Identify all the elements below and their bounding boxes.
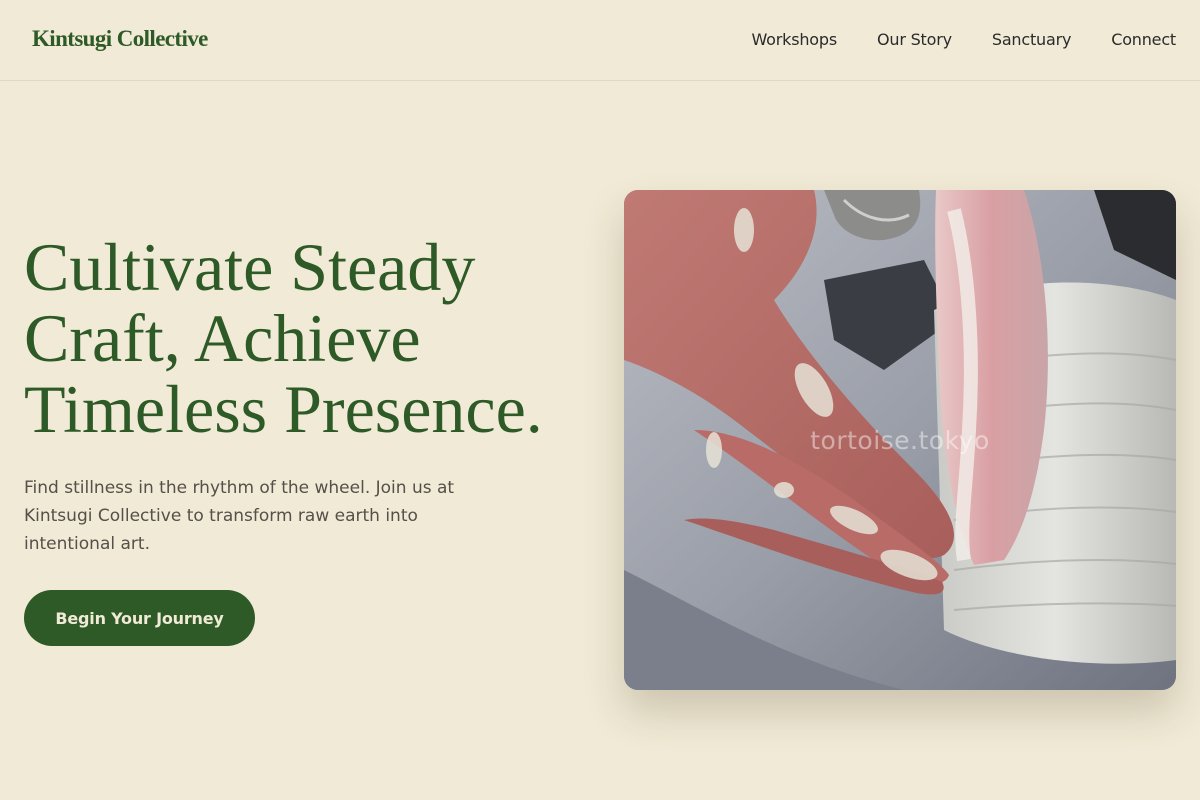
- nav-link-workshops[interactable]: Workshops: [752, 30, 838, 49]
- hero-headline-line: Craft, Achieve: [24, 300, 421, 376]
- main-nav: Workshops Our Story Sanctuary Connect: [752, 30, 1177, 49]
- nav-link-our-story[interactable]: Our Story: [877, 30, 952, 49]
- nav-link-sanctuary[interactable]: Sanctuary: [992, 30, 1072, 49]
- hero-headline: Cultivate Steady Craft, Achieve Timeless…: [24, 232, 604, 445]
- site-header: Kintsugi Collective Workshops Our Story …: [0, 0, 1200, 81]
- hero-headline-line: Cultivate Steady: [24, 229, 476, 305]
- pottery-hero-image: tortoise.tokyo: [624, 190, 1176, 690]
- begin-journey-button[interactable]: Begin Your Journey: [24, 590, 255, 646]
- hero-headline-line: Timeless Presence.: [24, 371, 543, 447]
- hero-subtext: Find stillness in the rhythm of the whee…: [24, 478, 455, 554]
- image-watermark: tortoise.tokyo: [810, 426, 990, 455]
- brand-logo[interactable]: Kintsugi Collective: [32, 26, 208, 52]
- nav-link-connect[interactable]: Connect: [1111, 30, 1176, 49]
